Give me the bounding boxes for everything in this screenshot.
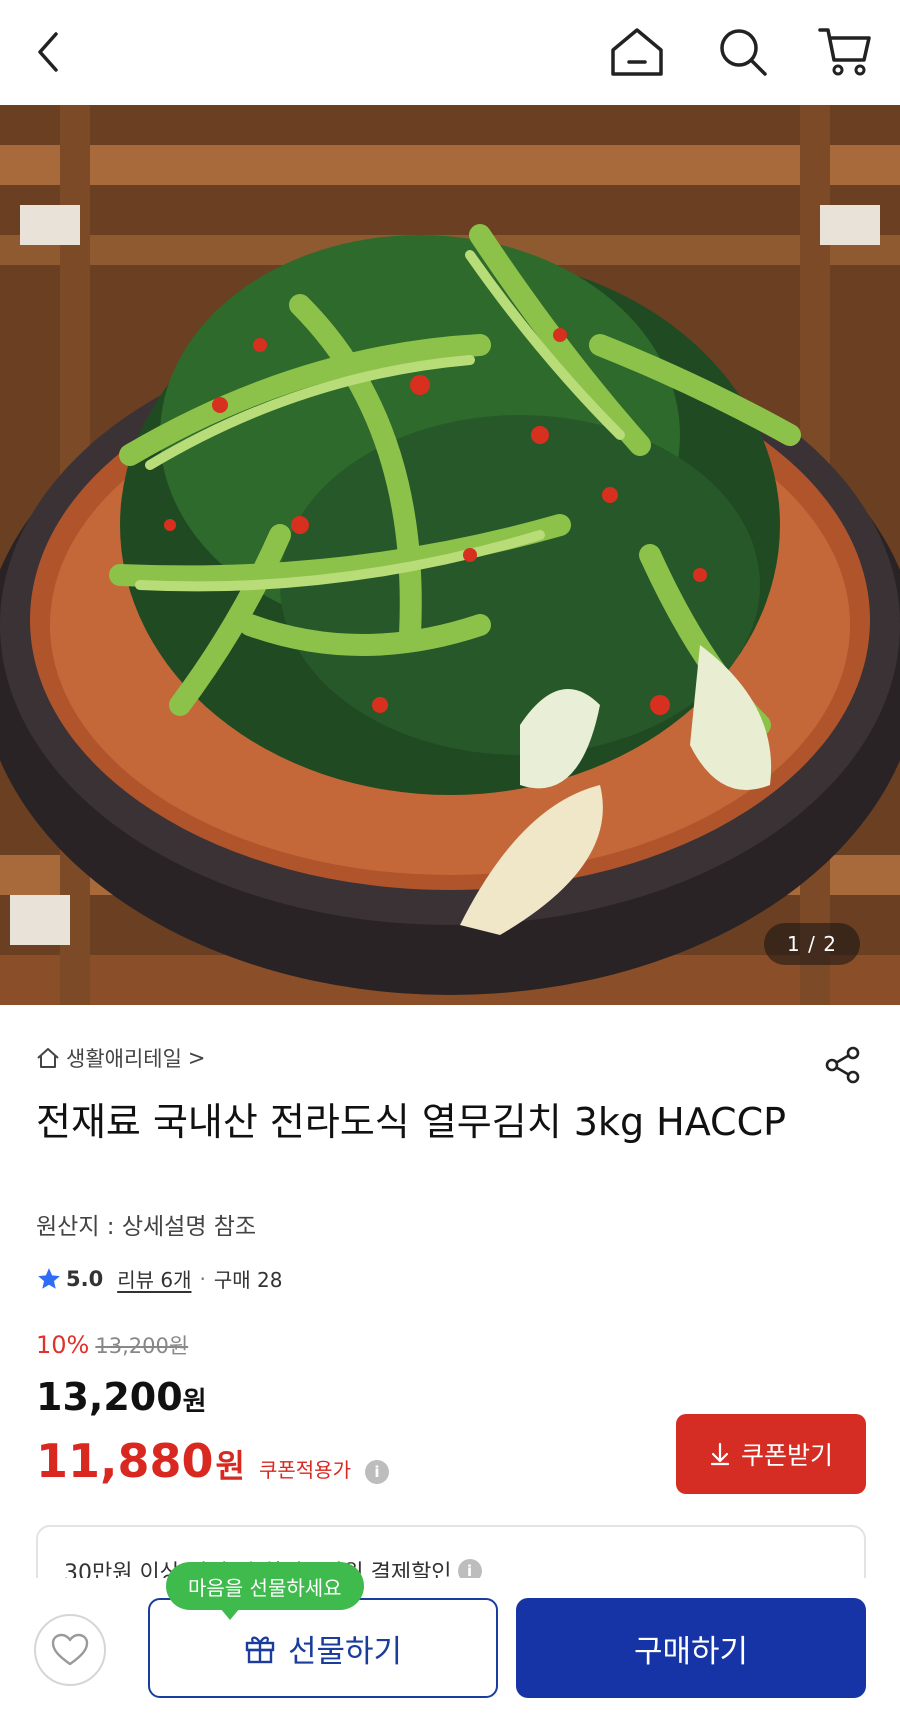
search-icon xyxy=(720,29,767,76)
purchase-count: 구매 28 xyxy=(213,1268,283,1292)
search-button[interactable] xyxy=(713,22,773,82)
heart-icon xyxy=(51,1633,89,1666)
home-icon xyxy=(611,28,663,76)
seller-link[interactable]: 생활애리테일 > xyxy=(36,1043,206,1073)
get-coupon-button[interactable]: 쿠폰받기 xyxy=(676,1414,866,1494)
product-image xyxy=(0,105,900,1005)
get-coupon-label: 쿠폰받기 xyxy=(740,1442,833,1470)
star-icon xyxy=(38,1267,60,1289)
sale-price: 13,200원 xyxy=(36,1375,207,1419)
sale-price-value: 13,200 xyxy=(36,1375,183,1419)
meta-separator: · xyxy=(199,1266,206,1291)
buy-now-button[interactable]: 구매하기 xyxy=(516,1598,866,1698)
discount-rate: 10% xyxy=(36,1331,90,1359)
store-home-icon xyxy=(37,1048,59,1068)
wishlist-button[interactable] xyxy=(34,1614,106,1686)
gift-button-label: 선물하기 xyxy=(287,1633,403,1670)
review-link[interactable]: 리뷰 6개 xyxy=(117,1264,191,1293)
product-title: 전재료 국내산 전라도식 열무김치 3kg HACCP xyxy=(36,1100,787,1144)
rating-score: 5.0 xyxy=(66,1266,104,1291)
product-origin: 원산지 : 상세설명 참조 xyxy=(36,1214,257,1240)
cart-icon xyxy=(818,28,871,76)
coupon-price-value: 11,880 xyxy=(36,1434,214,1488)
gift-button[interactable]: 선물하기 xyxy=(148,1598,498,1698)
rating-summary: 5.0 리뷰 6개 · 구매 28 xyxy=(36,1264,282,1293)
product-image-gallery[interactable]: 1 / 2 xyxy=(0,105,900,1005)
back-button[interactable] xyxy=(20,22,80,82)
coupon-price-label: 쿠폰적용가 xyxy=(258,1458,351,1482)
discount-row: 10% 13,200원 xyxy=(36,1330,188,1360)
coupon-price-unit: 원 xyxy=(215,1447,245,1485)
share-icon xyxy=(825,1046,860,1084)
seller-name: 생활애리테일 xyxy=(66,1047,182,1071)
gift-icon xyxy=(245,1636,275,1664)
gift-tooltip: 마음을 선물하세요 xyxy=(166,1562,364,1620)
original-price: 13,200원 xyxy=(95,1334,189,1358)
gallery-pager: 1 / 2 xyxy=(764,923,860,965)
sale-price-unit: 원 xyxy=(182,1387,207,1417)
coupon-price: 11,880 원 쿠폰적용가 i xyxy=(36,1434,389,1488)
download-arrow-icon xyxy=(710,1442,730,1466)
info-icon[interactable]: i xyxy=(364,1460,389,1484)
chevron-left-icon xyxy=(38,32,58,72)
cart-button[interactable] xyxy=(815,22,875,82)
top-navigation-bar xyxy=(0,0,900,105)
bottom-action-bar: 선물하기 마음을 선물하세요 구매하기 xyxy=(0,1562,900,1715)
chevron-right-icon: > xyxy=(187,1046,206,1070)
home-button[interactable] xyxy=(607,22,667,82)
share-button[interactable] xyxy=(818,1040,868,1090)
